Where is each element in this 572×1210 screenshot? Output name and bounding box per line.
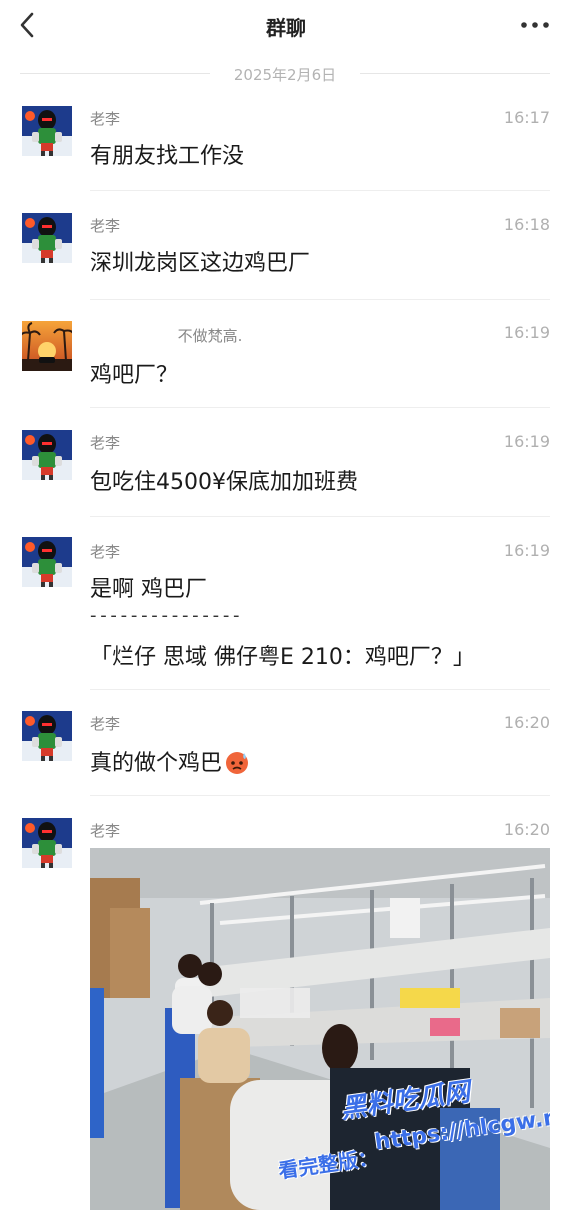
avatar-fangao[interactable] [22,321,72,371]
page-title: 群聊 [266,16,306,40]
message-time: 16:20 [503,713,550,732]
avatar-laoli[interactable] [22,213,72,263]
message-divider [90,689,550,690]
avatar-laoli[interactable] [22,537,72,587]
message-divider [90,299,550,300]
date-label: 2025年2月6日 [233,66,337,84]
message-text: 有朋友找工作没 [90,144,245,169]
avatar-laoli[interactable] [22,106,72,156]
factory-photo[interactable]: 黑料吃瓜网 看完整版： https://hlcgw.net [90,848,550,1210]
header-bar: 群聊 [0,0,572,52]
quote-separator: - - - - - - - - - - - - - - - [90,605,240,626]
sweat-face-emoji-icon [224,749,250,775]
message-text: 包吃住4500¥保底加加班费 [90,470,358,495]
sender-name: 老李 [90,715,121,733]
message-text-row: 真的做个鸡巴 [90,745,250,777]
separator-line [360,73,550,74]
message-time: 16:19 [503,323,550,342]
message-text: 是啊 鸡巴厂 [90,577,207,602]
avatar-laoli[interactable] [22,711,72,761]
sender-name: 老李 [90,822,121,840]
message-text: 真的做个鸡巴 [90,751,223,776]
message-divider [90,795,550,796]
date-separator: 2025年2月6日 [20,62,550,84]
message-divider [90,516,550,517]
quoted-message[interactable]: 「烂仔 思域 佛仔粤E 210：鸡吧厂？」 [90,639,475,671]
message-time: 16:19 [503,541,550,560]
message-text: 鸡吧厂？ [90,363,179,388]
message-text: 深圳龙岗区这边鸡巴厂 [90,251,311,276]
message-time: 16:20 [503,820,550,839]
sender-name: 老李 [90,217,121,235]
sender-name: 不做梵高. [177,327,243,345]
more-dots-icon[interactable] [518,14,552,36]
message-divider [90,407,550,408]
message-time: 16:19 [503,432,550,451]
message-divider [90,190,550,191]
sender-name: 老李 [90,434,121,452]
message-time: 16:18 [503,215,550,234]
sender-name: 老李 [90,543,121,561]
avatar-laoli[interactable] [22,818,72,868]
message-time: 16:17 [503,108,550,127]
avatar-laoli[interactable] [22,430,72,480]
sender-name: 老李 [90,110,121,128]
